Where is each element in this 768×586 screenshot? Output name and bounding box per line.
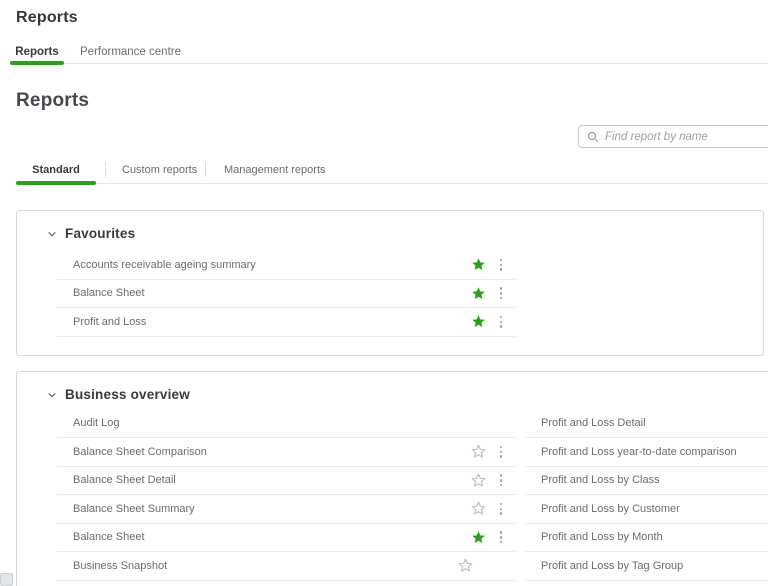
- report-name-link[interactable]: Profit and Loss year-to-date comparison: [525, 446, 737, 458]
- business-overview-section-header[interactable]: Business overview: [47, 387, 190, 402]
- report-row[interactable]: Balance Sheet Summary: [57, 495, 518, 524]
- kebab-menu-icon[interactable]: [499, 286, 503, 300]
- section-title: Business overview: [65, 387, 190, 402]
- kebab-menu-icon[interactable]: [499, 315, 503, 329]
- report-type-tab-bar: Standard Custom reports Management repor…: [16, 157, 768, 185]
- tab-reports[interactable]: Reports: [10, 43, 64, 63]
- report-row[interactable]: Audit Log: [57, 410, 518, 438]
- report-row[interactable]: Profit and Loss by Tag Group: [525, 552, 768, 581]
- report-row[interactable]: Profit and Loss: [57, 308, 518, 337]
- top-tab-bar: Reports Performance centre: [10, 43, 768, 65]
- report-name-link[interactable]: Balance Sheet Detail: [57, 474, 176, 486]
- report-row[interactable]: Balance Sheet Detail: [57, 467, 518, 495]
- chevron-down-icon[interactable]: [47, 229, 57, 239]
- business-overview-list-left: Audit Log Balance Sheet Comparison Balan…: [57, 410, 518, 581]
- favourite-star-icon[interactable]: [471, 257, 486, 272]
- favourite-star-icon[interactable]: [471, 314, 486, 329]
- report-row[interactable]: Balance Sheet: [57, 280, 518, 308]
- tab-separator: [105, 162, 106, 177]
- report-name-link[interactable]: Accounts receivable ageing summary: [57, 259, 256, 271]
- window-title: Reports: [16, 9, 78, 26]
- corner-widget[interactable]: [0, 573, 13, 586]
- report-name-link[interactable]: Profit and Loss: [57, 316, 146, 328]
- reports-page: { "window": { "title": "Reports" }, "top…: [0, 0, 768, 586]
- tab-management-reports[interactable]: Management reports: [224, 162, 326, 180]
- page-title: Reports: [16, 90, 90, 111]
- active-tab-underline: [10, 61, 64, 65]
- report-name-link[interactable]: Profit and Loss by Month: [525, 531, 663, 543]
- report-name-link[interactable]: Balance Sheet: [57, 287, 145, 299]
- report-row[interactable]: Balance Sheet Comparison: [57, 438, 518, 467]
- report-row[interactable]: Business Snapshot: [57, 552, 518, 581]
- report-row[interactable]: Profit and Loss Detail: [525, 410, 768, 438]
- report-name-link[interactable]: Audit Log: [57, 417, 119, 429]
- kebab-menu-icon[interactable]: [499, 473, 503, 487]
- search-input[interactable]: [605, 130, 755, 143]
- tab-separator: [205, 162, 206, 177]
- section-title: Favourites: [65, 226, 136, 241]
- report-row[interactable]: Profit and Loss year-to-date comparison: [525, 438, 768, 467]
- business-overview-list-right: Profit and Loss Detail Profit and Loss y…: [525, 410, 768, 581]
- favourite-star-icon[interactable]: [471, 286, 486, 301]
- favourite-star-outline-icon[interactable]: [471, 473, 486, 488]
- report-search-box[interactable]: [578, 125, 768, 148]
- report-name-link[interactable]: Profit and Loss by Tag Group: [525, 560, 683, 572]
- favourite-star-icon[interactable]: [471, 530, 486, 545]
- tab-custom-reports[interactable]: Custom reports: [122, 162, 197, 180]
- favourites-section-header[interactable]: Favourites: [47, 226, 135, 241]
- tab-performance-centre[interactable]: Performance centre: [70, 43, 191, 63]
- report-name-link[interactable]: Profit and Loss by Class: [525, 474, 660, 486]
- report-row[interactable]: Accounts receivable ageing summary: [57, 251, 518, 280]
- report-name-link[interactable]: Balance Sheet Comparison: [57, 446, 207, 458]
- favourite-star-outline-icon[interactable]: [471, 501, 486, 516]
- search-icon: [587, 131, 599, 142]
- report-row[interactable]: Profit and Loss by Month: [525, 524, 768, 552]
- favourites-section: Favourites Accounts receivable ageing su…: [16, 210, 764, 356]
- chevron-down-icon[interactable]: [47, 390, 57, 400]
- favourite-star-outline-icon[interactable]: [471, 444, 486, 459]
- report-row[interactable]: Profit and Loss by Class: [525, 467, 768, 495]
- kebab-menu-icon[interactable]: [499, 530, 503, 544]
- kebab-menu-icon[interactable]: [499, 502, 503, 516]
- report-name-link[interactable]: Balance Sheet Summary: [57, 503, 195, 515]
- kebab-menu-icon[interactable]: [499, 445, 503, 459]
- report-row[interactable]: Balance Sheet: [57, 524, 518, 552]
- report-name-link[interactable]: Profit and Loss Detail: [525, 417, 646, 429]
- favourite-star-outline-icon[interactable]: [458, 558, 473, 573]
- active-tab-underline: [16, 181, 96, 185]
- report-name-link[interactable]: Business Snapshot: [57, 560, 167, 572]
- tab-standard[interactable]: Standard: [16, 162, 96, 180]
- business-overview-section: Business overview Audit Log Balance Shee…: [16, 371, 768, 586]
- report-name-link[interactable]: Balance Sheet: [57, 531, 145, 543]
- report-name-link[interactable]: Profit and Loss by Customer: [525, 503, 680, 515]
- favourites-list: Accounts receivable ageing summary Balan…: [57, 251, 518, 337]
- report-row[interactable]: Profit and Loss by Customer: [525, 495, 768, 524]
- kebab-menu-icon[interactable]: [499, 258, 503, 272]
